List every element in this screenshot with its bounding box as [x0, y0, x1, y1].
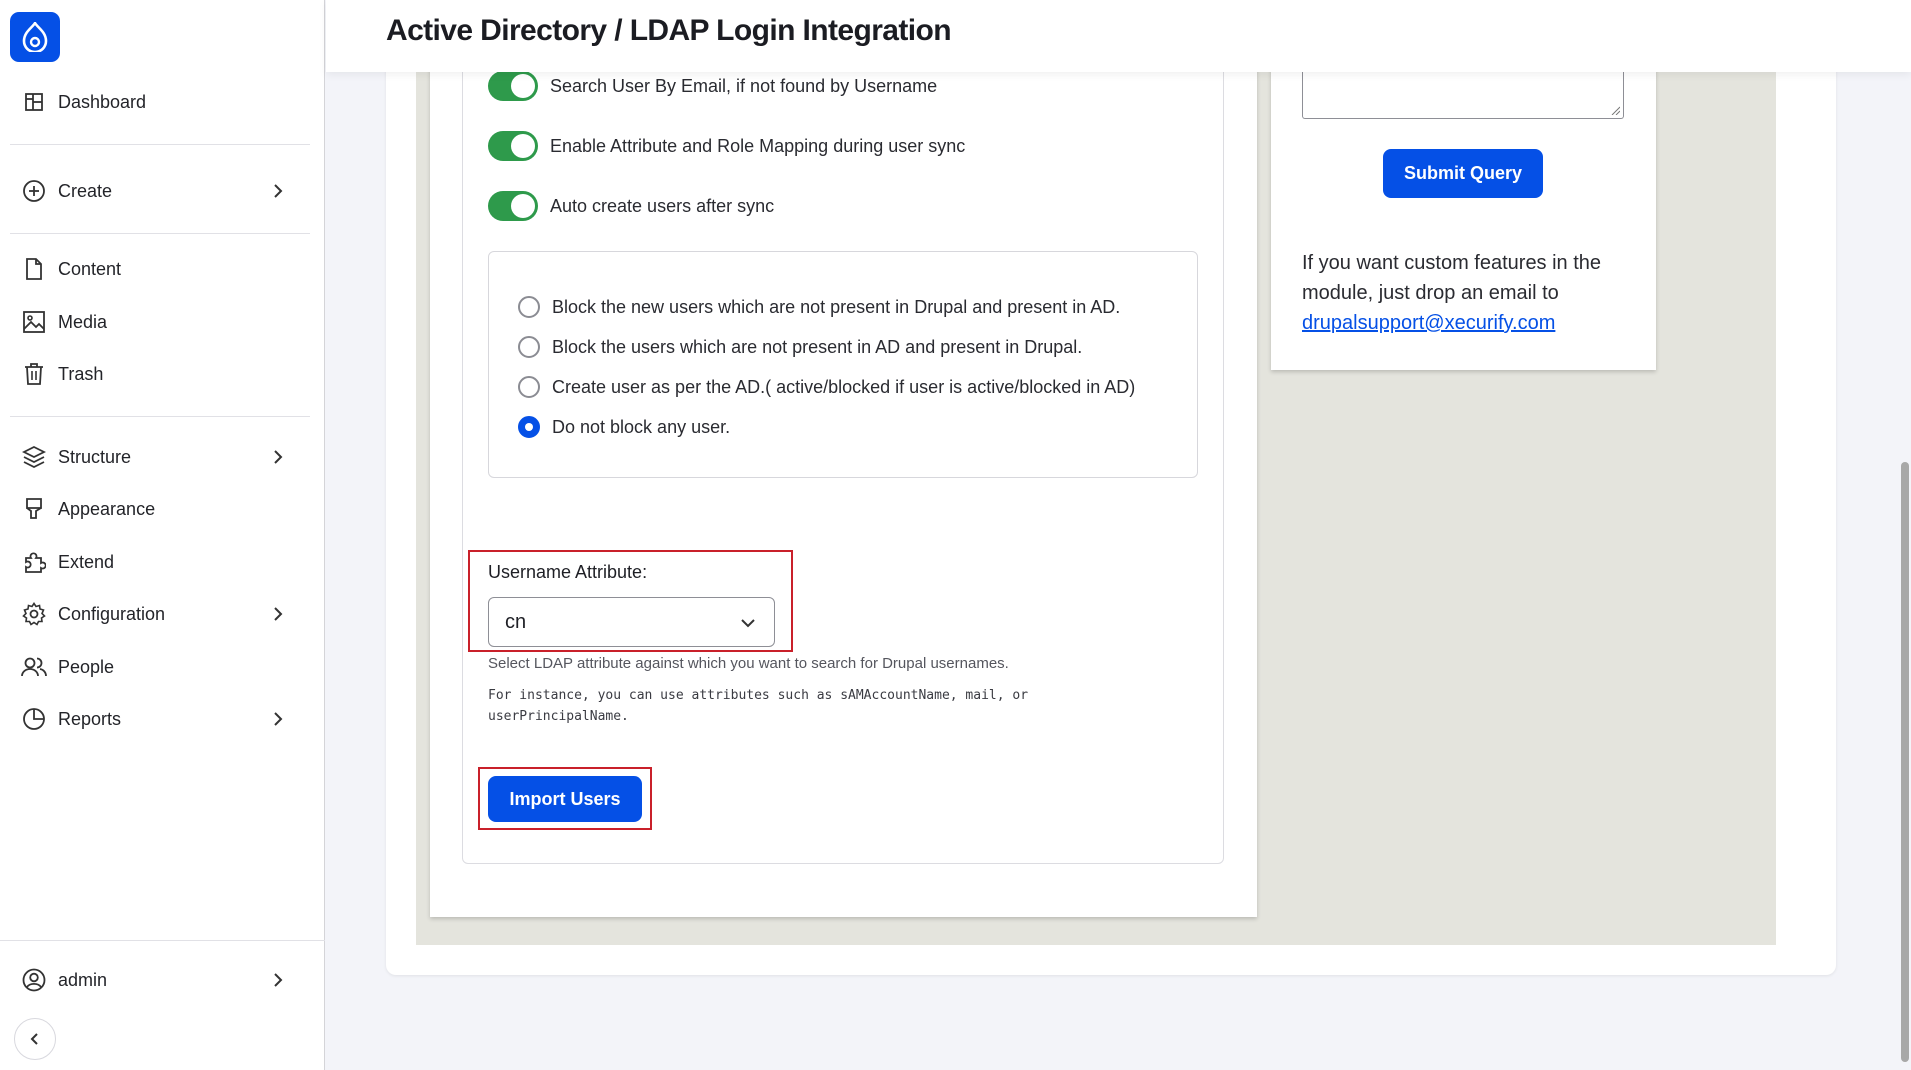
sidebar-divider	[0, 940, 325, 941]
sidebar-divider	[10, 144, 310, 145]
resize-handle-icon[interactable]	[1610, 105, 1620, 115]
scrollbar-thumb[interactable]	[1901, 462, 1909, 1062]
sidebar-item-reports[interactable]: Reports	[20, 699, 300, 739]
pie-chart-icon	[20, 705, 48, 733]
chevron-right-icon	[274, 973, 283, 987]
radio-label: Create user as per the AD.( active/block…	[552, 376, 1136, 397]
radio-button[interactable]	[518, 296, 540, 318]
sidebar-item-label: admin	[58, 969, 108, 990]
attribute-role-mapping-toggle[interactable]	[488, 131, 538, 161]
sidebar-item-label: Appearance	[58, 498, 156, 519]
sidebar: Dashboard Create Content Media Trash Str…	[0, 0, 325, 1070]
sidebar-divider	[10, 416, 310, 417]
username-attribute-example: For instance, you can use attributes suc…	[488, 688, 1029, 724]
sidebar-item-structure[interactable]: Structure	[20, 437, 300, 477]
search-by-email-toggle[interactable]	[488, 71, 538, 101]
radio-option-block-new[interactable]: Block the new users which are not presen…	[518, 292, 1120, 322]
username-attribute-label: Username Attribute:	[488, 562, 648, 582]
radio-button[interactable]	[518, 336, 540, 358]
chevron-right-icon	[274, 607, 283, 621]
support-email-link[interactable]: drupalsupport@xecurify.com	[1302, 312, 1555, 334]
radio-button-checked[interactable]	[518, 416, 540, 438]
sidebar-divider	[10, 233, 310, 234]
gear-icon	[20, 600, 48, 628]
toggle-row-auto-create: Auto create users after sync	[488, 189, 774, 223]
user-circle-icon	[20, 966, 48, 994]
auto-create-users-toggle[interactable]	[488, 191, 538, 221]
collapse-sidebar-button[interactable]	[14, 1018, 56, 1060]
sidebar-item-trash[interactable]: Trash	[20, 354, 300, 394]
toggle-row-search-by-email: Search User By Email, if not found by Us…	[488, 69, 937, 103]
radio-label: Block the users which are not present in…	[552, 336, 1083, 357]
sidebar-item-configuration[interactable]: Configuration	[20, 594, 300, 634]
sidebar-item-label: People	[58, 656, 115, 677]
sidebar-item-extend[interactable]: Extend	[20, 542, 300, 582]
block-users-options	[488, 251, 1198, 478]
chevron-right-icon	[274, 712, 283, 726]
chevron-left-icon	[30, 1033, 38, 1045]
sidebar-item-label: Create	[58, 180, 113, 201]
radio-label: Do not block any user.	[552, 416, 731, 437]
chevron-right-icon	[274, 184, 283, 198]
sidebar-item-people[interactable]: People	[20, 647, 300, 687]
sidebar-item-content[interactable]: Content	[20, 249, 300, 289]
radio-button[interactable]	[518, 376, 540, 398]
sidebar-item-label: Configuration	[58, 603, 166, 624]
sidebar-item-admin[interactable]: admin	[20, 960, 300, 1000]
radio-label: Block the new users which are not presen…	[552, 296, 1121, 317]
radio-option-block-missing[interactable]: Block the users which are not present in…	[518, 332, 1082, 362]
radio-option-as-per-ad[interactable]: Create user as per the AD.( active/block…	[518, 372, 1135, 402]
sidebar-item-label: Media	[58, 311, 108, 332]
layers-icon	[20, 443, 48, 471]
page-header: Active Directory / LDAP Login Integratio…	[326, 0, 1911, 72]
puzzle-icon	[20, 548, 48, 576]
username-attribute-select[interactable]: cn	[488, 597, 775, 647]
paint-brush-icon	[20, 495, 48, 523]
sidebar-item-dashboard[interactable]: Dashboard	[20, 82, 300, 122]
custom-features-text: If you want custom features in the modul…	[1302, 248, 1642, 338]
page-scrollbar[interactable]	[1899, 0, 1911, 1070]
import-users-button[interactable]: Import Users	[488, 776, 642, 822]
trash-icon	[20, 360, 48, 388]
sidebar-item-appearance[interactable]: Appearance	[20, 489, 300, 529]
toggle-row-attribute-mapping: Enable Attribute and Role Mapping during…	[488, 129, 965, 163]
username-attribute-help: Select LDAP attribute against which you …	[488, 655, 1009, 672]
chevron-right-icon	[274, 450, 283, 464]
people-icon	[20, 653, 48, 681]
sidebar-item-label: Reports	[58, 708, 122, 729]
sidebar-item-media[interactable]: Media	[20, 302, 300, 342]
custom-features-message: If you want custom features in the modul…	[1302, 252, 1602, 304]
sidebar-item-create[interactable]: Create	[20, 171, 300, 211]
dashboard-icon	[20, 88, 48, 116]
sidebar-item-label: Structure	[58, 446, 132, 467]
sidebar-item-label: Extend	[58, 551, 115, 572]
submit-query-button[interactable]: Submit Query	[1383, 149, 1543, 198]
sidebar-item-label: Dashboard	[58, 91, 147, 112]
plus-circle-icon	[20, 177, 48, 205]
file-icon	[20, 255, 48, 283]
page-title: Active Directory / LDAP Login Integratio…	[386, 14, 952, 47]
toggle-label: Search User By Email, if not found by Us…	[550, 75, 938, 96]
drupal-logo-icon[interactable]	[10, 12, 60, 62]
radio-option-do-not-block[interactable]: Do not block any user.	[518, 412, 730, 442]
toggle-label: Auto create users after sync	[550, 195, 775, 216]
sidebar-item-label: Trash	[58, 363, 104, 384]
toggle-label: Enable Attribute and Role Mapping during…	[550, 135, 966, 156]
chevron-down-icon	[741, 619, 755, 628]
sidebar-item-label: Content	[58, 258, 122, 279]
select-value: cn	[505, 610, 527, 633]
image-icon	[20, 308, 48, 336]
